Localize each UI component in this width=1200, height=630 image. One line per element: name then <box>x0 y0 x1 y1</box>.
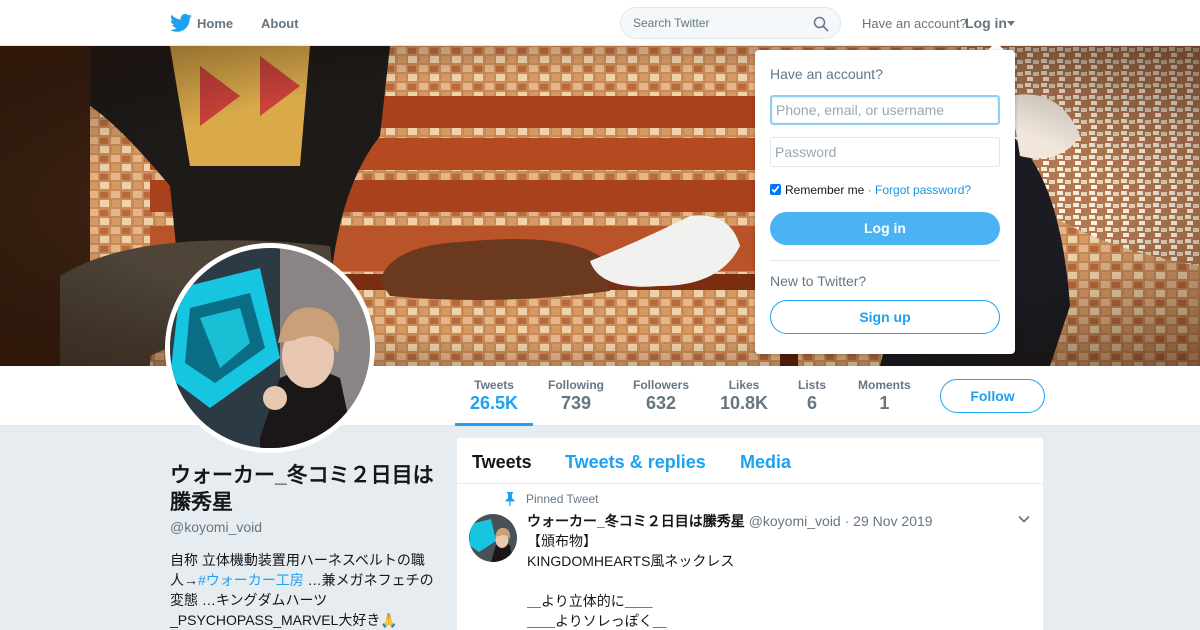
stat-label: Likes <box>728 378 760 392</box>
pinned-tweet-label: Pinned Tweet <box>526 492 599 506</box>
tweet-author-handle[interactable]: @koyomi_void <box>749 513 841 529</box>
tab-tweets[interactable]: Tweets <box>472 452 532 473</box>
timeline: Tweets Tweets & replies Media Pinned Twe… <box>456 437 1045 630</box>
stat-value: 6 <box>807 393 818 413</box>
bio-hashtag-link[interactable]: #ウォーカー工房 <box>198 572 304 588</box>
search-input[interactable]: Search Twitter <box>633 16 709 30</box>
stat-label: Moments <box>858 378 911 392</box>
username-field[interactable] <box>770 95 1000 125</box>
pin-icon <box>505 492 515 506</box>
avatar-image <box>170 248 370 448</box>
avatar[interactable] <box>165 243 375 453</box>
divider <box>770 260 1000 261</box>
login-dropdown: Have an account? Remember me · Forgot pa… <box>755 50 1015 354</box>
nav-about-link[interactable]: About <box>261 16 299 31</box>
stat-followers[interactable]: Followers 632 <box>633 378 689 414</box>
new-to-twitter-text: New to Twitter? <box>770 273 867 289</box>
nav-home-link[interactable]: Home <box>197 16 233 31</box>
profile-bio: 自称 立体機動装置用ハーネスベルトの職人→#ウォーカー工房 …兼メガネフェチの変… <box>170 550 435 630</box>
search-box[interactable]: Search Twitter <box>620 7 841 39</box>
separator: · <box>864 183 876 197</box>
stat-label: Lists <box>798 378 827 392</box>
follow-button[interactable]: Follow <box>940 379 1045 413</box>
signup-button[interactable]: Sign up <box>770 300 1000 334</box>
top-navigation: Home About Search Twitter Have an accoun… <box>0 0 1200 46</box>
timeline-tabs: Tweets Tweets & replies Media <box>457 438 1045 484</box>
stat-following[interactable]: Following 739 <box>548 378 604 414</box>
tweet-author-name[interactable]: ウォーカー_冬コミ２日目は縢秀星 <box>527 513 745 529</box>
profile-handle[interactable]: @koyomi_void <box>170 519 262 535</box>
tweet-avatar[interactable] <box>469 514 517 562</box>
tweet-date[interactable]: 29 Nov 2019 <box>853 513 932 529</box>
remember-me-label[interactable]: Remember me <box>785 183 864 197</box>
profile-display-name[interactable]: ウォーカー_冬コミ２日目は縢秀星 <box>170 462 435 516</box>
login-dropdown-toggle[interactable]: Log in <box>965 15 1007 31</box>
tab-media[interactable]: Media <box>740 452 791 473</box>
have-account-text: Have an account? <box>862 16 967 31</box>
stat-label: Following <box>548 378 604 392</box>
stat-value: 739 <box>560 393 592 413</box>
active-tab-indicator <box>455 423 533 426</box>
twitter-bird-icon[interactable] <box>170 13 192 33</box>
stat-lists[interactable]: Lists 6 <box>798 378 826 414</box>
stat-value: 1 <box>879 393 890 413</box>
dropdown-title: Have an account? <box>770 66 883 82</box>
stat-moments[interactable]: Moments 1 <box>858 378 911 414</box>
password-field[interactable] <box>770 137 1000 167</box>
login-button[interactable]: Log in <box>770 212 1000 245</box>
tweet-header: ウォーカー_冬コミ２日目は縢秀星 @koyomi_void · 29 Nov 2… <box>527 511 933 531</box>
stat-tweets[interactable]: Tweets 26.5K <box>470 378 518 414</box>
stat-value: 10.8K <box>720 393 769 413</box>
tab-tweets-and-replies[interactable]: Tweets & replies <box>565 452 706 473</box>
search-icon[interactable] <box>813 16 829 32</box>
forgot-password-link[interactable]: Forgot password? <box>875 183 971 197</box>
caret-down-icon[interactable] <box>1007 21 1015 26</box>
stat-label: Followers <box>633 378 690 392</box>
remember-me-row: Remember me · Forgot password? <box>770 183 971 197</box>
chevron-down-icon[interactable] <box>1018 515 1030 523</box>
remember-me-checkbox[interactable] <box>770 184 781 195</box>
stat-likes[interactable]: Likes 10.8K <box>720 378 768 414</box>
tweet-separator: · <box>844 513 850 529</box>
tweet-text: 【頒布物】 KINGDOMHEARTS風ネックレス ＿より立体的に＿＿ ＿＿より… <box>527 533 735 629</box>
stat-label: Tweets <box>474 378 514 392</box>
stat-value: 632 <box>645 393 677 413</box>
stat-value: 26.5K <box>470 393 519 413</box>
